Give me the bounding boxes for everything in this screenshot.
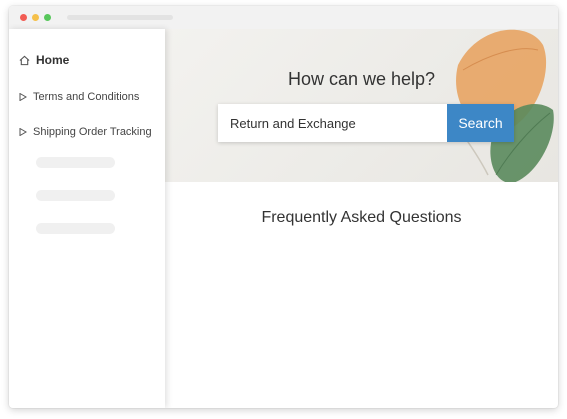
loading-placeholder xyxy=(36,157,115,168)
triangle-right-icon xyxy=(19,93,27,101)
sidebar-item-label: Home xyxy=(36,53,70,67)
browser-window: Home Terms and Conditions Shipping Order… xyxy=(9,6,558,408)
sidebar-item-terms[interactable]: Terms and Conditions xyxy=(19,91,139,103)
page-title: How can we help? xyxy=(287,69,436,89)
minimize-window-button[interactable] xyxy=(32,14,39,21)
window-titlebar xyxy=(9,6,558,30)
close-window-button[interactable] xyxy=(20,14,27,21)
loading-placeholder xyxy=(36,190,115,201)
sidebar-item-shipping[interactable]: Shipping Order Tracking xyxy=(19,126,152,138)
address-bar[interactable] xyxy=(67,15,173,20)
triangle-right-icon xyxy=(19,128,27,136)
hero-banner: How can we help? Search xyxy=(165,29,558,182)
search-button[interactable]: Search xyxy=(447,104,514,142)
search-input[interactable] xyxy=(218,104,447,142)
search-bar: Search xyxy=(218,104,514,142)
faq-heading: Frequently Asked Questions xyxy=(261,209,462,226)
loading-placeholder xyxy=(36,223,115,234)
sidebar-item-label: Terms and Conditions xyxy=(33,91,140,103)
sidebar: Home Terms and Conditions Shipping Order… xyxy=(9,29,165,408)
home-icon xyxy=(19,55,30,65)
maximize-window-button[interactable] xyxy=(44,14,51,21)
sidebar-item-home[interactable]: Home xyxy=(19,53,69,67)
sidebar-item-label: Shipping Order Tracking xyxy=(33,126,152,138)
